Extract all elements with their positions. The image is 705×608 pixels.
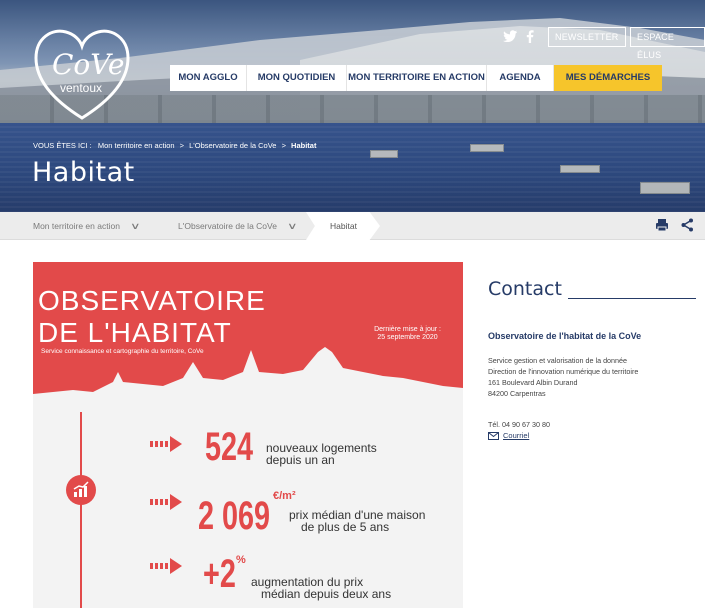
update-label: Dernière mise à jour : <box>374 326 441 333</box>
espace-elus-button[interactable]: ESPACE ÉLUS <box>630 27 705 60</box>
contact-heading: Contact <box>488 278 562 300</box>
update-date: Dernière mise à jour : 25 septembre 2020 <box>374 326 441 342</box>
stat-value-prix: 2 069 <box>198 494 271 538</box>
contact-phone: Tél. 04 90 67 30 80 <box>488 420 550 429</box>
logo-text: CoVe <box>52 48 125 81</box>
contact-line-4: 84200 Carpentras <box>488 389 546 398</box>
breadcrumb-prefix: VOUS ÊTES ICI : <box>33 141 92 150</box>
subnav-current-label: Habitat <box>330 221 357 231</box>
breadcrumb-sep: > <box>179 141 185 150</box>
email-label: Courriel <box>503 431 530 440</box>
chevron-down-icon: ∨ <box>287 221 298 231</box>
stat-desc-2b: de plus de 5 ans <box>301 520 390 534</box>
arrow-icon <box>150 494 182 510</box>
contact-line-3: 161 Boulevard Albin Durand <box>488 378 578 387</box>
infographic-title-2: DE L'HABITAT <box>38 317 232 348</box>
arrow-icon <box>150 436 182 452</box>
contact-divider <box>568 298 696 299</box>
stat-unit-prix: €/m² <box>273 490 296 502</box>
stat-value-logements: 524 <box>205 425 254 469</box>
newsletter-button[interactable]: NEWSLETTER <box>548 27 626 47</box>
stat-desc-3b: médian depuis deux ans <box>261 587 392 601</box>
contact-line-1: Service gestion et valorisation de la do… <box>488 356 628 365</box>
habitat-infographic: OBSERVATOIRE DE L'HABITAT Service connai… <box>33 262 463 608</box>
chart-icon <box>66 475 96 505</box>
page-title: Habitat <box>32 157 135 188</box>
update-value: 25 septembre 2020 <box>377 334 438 341</box>
nav-agenda[interactable]: AGENDA <box>487 65 554 91</box>
stat-desc-1b: depuis un an <box>266 453 335 467</box>
subnav-observatoire[interactable]: L'Observatoire de la CoVe ∨ <box>178 212 298 240</box>
nav-mon-agglo[interactable]: MON AGGLO <box>170 65 247 91</box>
timeline-line <box>80 412 82 608</box>
nav-mon-quotidien[interactable]: MON QUOTIDIEN <box>247 65 347 91</box>
main-nav: MON AGGLO MON QUOTIDIEN MON TERRITOIRE E… <box>170 65 662 91</box>
breadcrumb-sep: > <box>281 141 286 150</box>
breadcrumb-item[interactable]: L'Observatoire de la CoVe <box>189 141 276 150</box>
arrow-icon <box>150 558 182 574</box>
envelope-icon <box>488 431 499 440</box>
stat-unit-augmentation: % <box>236 554 246 566</box>
contact-name: Observatoire de l'habitat de la CoVe <box>488 331 642 341</box>
facebook-icon[interactable] <box>526 30 534 43</box>
breadcrumb-item[interactable]: Mon territoire en action <box>98 141 175 150</box>
subnav-current: Habitat <box>306 212 380 240</box>
contact-line-2: Direction de l'innovation numérique du t… <box>488 367 639 376</box>
secondary-breadcrumb-bar: Mon territoire en action ∨ L'Observatoir… <box>0 212 705 240</box>
nav-mes-demarches[interactable]: MES DÉMARCHES <box>554 65 662 91</box>
stat-value-augmentation: +2 <box>203 552 236 596</box>
share-icon[interactable] <box>681 218 693 232</box>
chevron-down-icon: ∨ <box>130 221 141 231</box>
cove-logo[interactable]: CoVe ventoux <box>30 22 134 122</box>
breadcrumb: VOUS ÊTES ICI : Mon territoire en action… <box>33 141 316 150</box>
contact-email-link[interactable]: Courriel <box>488 431 529 440</box>
subnav-label: L'Observatoire de la CoVe <box>178 221 277 231</box>
infographic-title-1: OBSERVATOIRE <box>38 285 266 316</box>
infographic-subtitle: Service connaissance et cartographie du … <box>41 348 204 355</box>
logo-sub: ventoux <box>60 81 102 95</box>
nav-mon-territoire[interactable]: MON TERRITOIRE EN ACTION <box>347 65 487 91</box>
subnav-mon-territoire[interactable]: Mon territoire en action ∨ <box>33 212 141 240</box>
twitter-icon[interactable] <box>503 30 517 42</box>
subnav-label: Mon territoire en action <box>33 221 120 231</box>
print-icon[interactable] <box>655 218 669 232</box>
page-tools <box>655 218 693 232</box>
breadcrumb-current: Habitat <box>291 141 317 150</box>
